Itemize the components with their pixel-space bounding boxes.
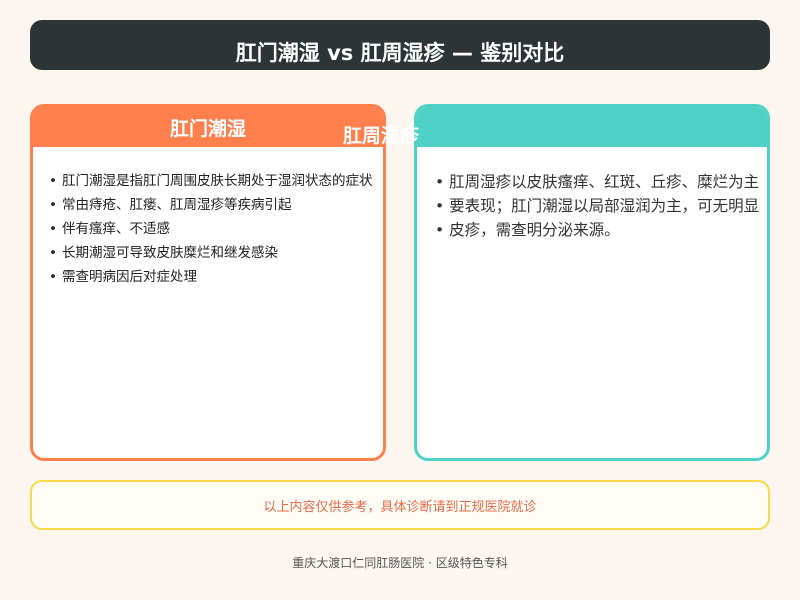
list-item: • 常由痔疮、肛瘘、肛周湿疹等疾病引起 [49, 197, 292, 213]
list-item: • 肛周湿疹以皮肤瘙痒、红斑、丘疹、糜烂为主 [435, 173, 760, 191]
list-item: • 肛门潮湿是指肛门周围皮肤长期处于湿润状态的症状 [49, 173, 373, 189]
footer: 重庆大渡口仁同肛肠医院 · 区级特色专科 [0, 554, 800, 571]
list-item: • 要表现；肛门潮湿以局部湿润为主，可无明显 [435, 197, 760, 215]
disclaimer-notice: 以上内容仅供参考，具体诊断请到正规医院就诊 [30, 480, 770, 530]
page-title: 肛门潮湿 vs 肛周湿疹 — 鉴别对比 [235, 41, 565, 65]
bullet-icon: • [49, 221, 57, 237]
card-header-right: 肛周湿疹 [343, 107, 767, 147]
right-bullet-list: • 肛周湿疹以皮肤瘙痒、红斑、丘疹、糜烂为主 • 要表现；肛门潮湿以局部湿润为主，可… [417, 147, 767, 242]
list-item: • 长期潮湿可导致皮肤糜烂和继发感染 [49, 245, 278, 261]
bullet-icon: • [435, 197, 445, 215]
bullet-icon: • [49, 269, 57, 285]
list-item: • 伴有瘙痒、不适感 [49, 221, 170, 237]
bullet-icon: • [49, 173, 57, 189]
bullet-icon: • [49, 197, 57, 213]
card-title-right: 肛周湿疹 [343, 125, 420, 147]
card-title-left: 肛门潮湿 [169, 117, 246, 140]
bullet-icon: • [435, 173, 445, 191]
card-perianal-eczema: 肛周湿疹 • 肛周湿疹以皮肤瘙痒、红斑、丘疹、糜烂为主 • 要表现；肛门潮湿以局部湿… [343, 104, 770, 461]
disclaimer-text: 以上内容仅供参考，具体诊断请到正规医院就诊 [263, 499, 537, 515]
bullet-icon: • [49, 245, 57, 261]
left-bullet-list: • 肛门潮湿是指肛门周围皮肤长期处于湿润状态的症状 • 常由痔疮、肛瘘、肛周湿疹等疾… [33, 147, 383, 289]
list-item: • 需查明病因后对症处理 [49, 269, 197, 285]
bullet-icon: • [435, 221, 445, 239]
footer-text: 重庆大渡口仁同肛肠医院 · 区级特色专科 [292, 556, 508, 570]
page-header: 肛门潮湿 vs 肛周湿疹 — 鉴别对比 [30, 20, 770, 70]
card-header-left: 肛门潮湿 [33, 107, 383, 147]
card-anal-moisture: 肛门潮湿 • 肛门潮湿是指肛门周围皮肤长期处于湿润状态的症状 • 常由痔疮、肛瘘、肛… [30, 104, 386, 461]
list-item: • 皮疹，需查明分泌来源。 [435, 221, 620, 239]
